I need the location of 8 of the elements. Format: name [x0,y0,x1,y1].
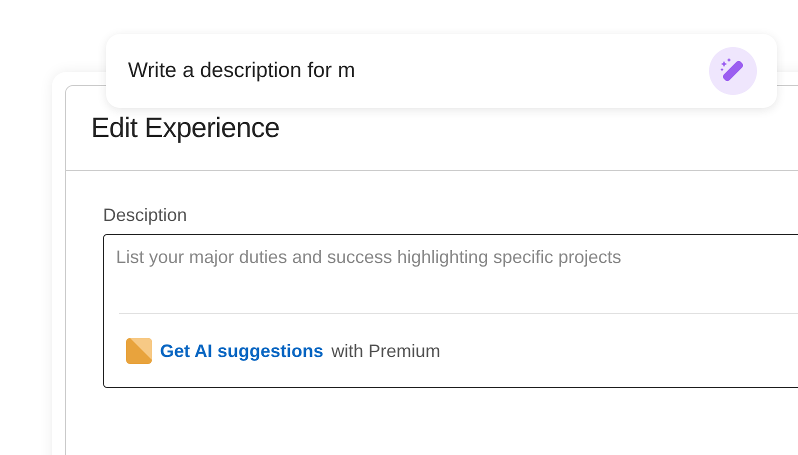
magic-wand-icon[interactable] [709,47,757,95]
field-label: Desciption [103,205,188,226]
prompt-input[interactable]: Write a description for m [126,58,709,84]
description-field[interactable]: List your major duties and success highlighting specific projects Get AI suggestions with Premium [103,234,798,388]
premium-icon [126,338,152,364]
premium-text: with Premium [331,340,440,362]
dialog-title: Edit Experience [90,111,281,144]
ai-suggestions-link[interactable]: Get AI suggestions [160,340,324,362]
